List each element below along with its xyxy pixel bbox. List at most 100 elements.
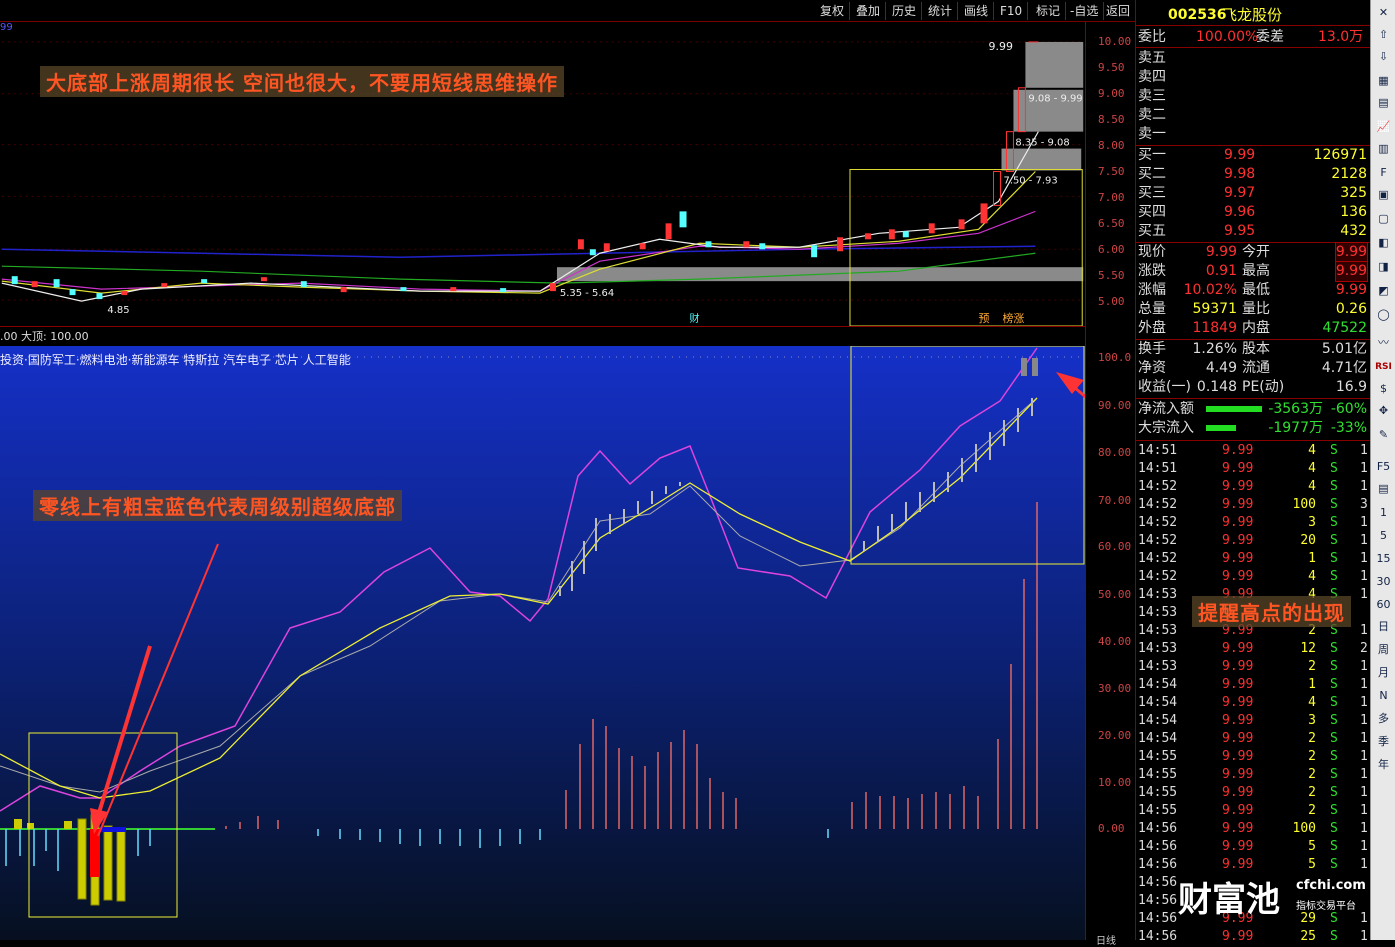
f10-button[interactable]: F10 bbox=[995, 2, 1029, 20]
stat-label: 收益(一) bbox=[1138, 379, 1191, 395]
stat-label: 外盘 bbox=[1138, 320, 1166, 336]
wave-icon[interactable]: 〰 bbox=[1374, 334, 1393, 352]
watermark-brand: 财富池 bbox=[1178, 880, 1280, 920]
f2-icon[interactable]: ◩ bbox=[1374, 282, 1393, 300]
watermark-url: cfchi.com bbox=[1296, 878, 1366, 893]
stat-value: 59371 bbox=[1192, 301, 1237, 317]
tick-time: 14:52 bbox=[1138, 515, 1178, 530]
stat-label: 量比 bbox=[1242, 301, 1270, 317]
add-watchlist-button[interactable]: -自选 bbox=[1065, 2, 1105, 20]
period-30[interactable]: 30 bbox=[1374, 573, 1393, 591]
indicator-tick: 40.00 bbox=[1098, 635, 1132, 648]
period-5[interactable]: 5 bbox=[1374, 527, 1393, 545]
tick-count: 1 bbox=[1360, 803, 1368, 818]
stat-label: 现价 bbox=[1138, 244, 1166, 260]
period-1[interactable]: 1 bbox=[1374, 504, 1393, 522]
draw-button[interactable]: 画线 bbox=[959, 2, 995, 20]
indicator-tick: 20.00 bbox=[1098, 729, 1132, 742]
tick-volume: 5 bbox=[1308, 857, 1316, 872]
tick-row: 14:53 9.99 2 S 1 bbox=[1138, 658, 1368, 676]
table-icon[interactable]: ▤ bbox=[1374, 94, 1393, 112]
tick-side: S bbox=[1330, 911, 1338, 926]
period-60[interactable]: 60 bbox=[1374, 596, 1393, 614]
period-day[interactable]: 日 bbox=[1374, 618, 1393, 636]
circle-icon[interactable]: ◯ bbox=[1374, 306, 1393, 324]
tick-side: S bbox=[1330, 515, 1338, 530]
tick-count: 1 bbox=[1360, 911, 1368, 926]
price-tick: 9.50 bbox=[1098, 61, 1125, 74]
candle-icon[interactable]: ▥ bbox=[1374, 140, 1393, 158]
indicator-tick: 90.00 bbox=[1098, 399, 1132, 412]
arrow-up-icon[interactable]: ⇧ bbox=[1374, 26, 1393, 44]
tick-time: 14:53 bbox=[1138, 587, 1178, 602]
bid-label: 买二 bbox=[1138, 166, 1166, 182]
bid-volume: 432 bbox=[1340, 223, 1367, 239]
flow-bar bbox=[1206, 406, 1262, 412]
mark-button[interactable]: 标记 bbox=[1031, 2, 1067, 20]
tick-volume: 2 bbox=[1308, 785, 1316, 800]
grid-icon[interactable]: ▦ bbox=[1374, 72, 1393, 90]
flow-value: -1977万 bbox=[1268, 420, 1323, 436]
rsi-icon[interactable]: RSI bbox=[1374, 358, 1393, 376]
fuquan-button[interactable]: 复权 bbox=[815, 2, 851, 20]
period-month[interactable]: 月 bbox=[1374, 664, 1393, 682]
f10-icon[interactable]: F bbox=[1374, 164, 1393, 182]
stat-label: 最高 bbox=[1242, 263, 1270, 279]
tick-row: 14:54 9.99 3 S 1 bbox=[1138, 712, 1368, 730]
ask3-label: 卖三 bbox=[1138, 88, 1166, 104]
back-button[interactable]: 返回 bbox=[1101, 2, 1135, 20]
period-quarter[interactable]: 季 bbox=[1374, 733, 1393, 751]
period-week[interactable]: 周 bbox=[1374, 641, 1393, 659]
period-year[interactable]: 年 bbox=[1374, 756, 1393, 774]
tick-time: 14:55 bbox=[1138, 785, 1178, 800]
price-axis bbox=[1085, 22, 1135, 940]
layout-icon[interactable]: ▤ bbox=[1374, 480, 1393, 498]
tick-time: 14:52 bbox=[1138, 551, 1178, 566]
bid-label: 买四 bbox=[1138, 204, 1166, 220]
stat-label: PE(动) bbox=[1242, 379, 1285, 395]
f7-icon[interactable]: ◨ bbox=[1374, 258, 1393, 276]
bid-volume: 126971 bbox=[1313, 147, 1367, 163]
tick-volume: 3 bbox=[1308, 713, 1316, 728]
pencil-icon[interactable]: ✎ bbox=[1374, 426, 1393, 444]
dollar-icon[interactable]: $ bbox=[1374, 380, 1393, 398]
arrow-down-icon[interactable]: ⇩ bbox=[1374, 48, 1393, 66]
indicator-chart[interactable] bbox=[0, 346, 1085, 940]
f5-icon[interactable]: F5 bbox=[1374, 458, 1393, 476]
tick-count: 1 bbox=[1360, 461, 1368, 476]
tick-price: 9.99 bbox=[1222, 443, 1254, 458]
tick-count: 1 bbox=[1360, 929, 1368, 944]
tick-row: 14:56 9.99 5 S 1 bbox=[1138, 838, 1368, 856]
stat-label: 总量 bbox=[1138, 301, 1166, 317]
info-icon[interactable]: ▢ bbox=[1374, 210, 1393, 228]
report-icon[interactable]: ▣ bbox=[1374, 186, 1393, 204]
history-button[interactable]: 历史 bbox=[887, 2, 923, 20]
tick-count: 1 bbox=[1360, 479, 1368, 494]
period-n[interactable]: N bbox=[1374, 687, 1393, 705]
price-tick: 5.50 bbox=[1098, 269, 1125, 282]
tick-side: S bbox=[1330, 497, 1338, 512]
annotation-zero-line: 零线上有粗宝蓝色代表周级别超级底部 bbox=[33, 490, 402, 521]
tick-time: 14:56 bbox=[1138, 929, 1178, 944]
tick-row: 14:51 9.99 4 S 1 bbox=[1138, 442, 1368, 460]
period-15[interactable]: 15 bbox=[1374, 550, 1393, 568]
close-icon[interactable]: ✕ bbox=[1374, 4, 1393, 22]
stat-value: 9.99 bbox=[1205, 244, 1237, 260]
stat-label: 涨跌 bbox=[1138, 263, 1166, 279]
stat-value: 9.99 bbox=[1334, 261, 1369, 282]
stat-value: 9.99 bbox=[1335, 282, 1367, 298]
overlay-button[interactable]: 叠加 bbox=[851, 2, 887, 20]
flow-bar bbox=[1206, 425, 1236, 431]
tick-time: 14:51 bbox=[1138, 461, 1178, 476]
stats-button[interactable]: 统计 bbox=[923, 2, 959, 20]
stat-label: 净资 bbox=[1138, 360, 1166, 376]
stat-value: 10.02% bbox=[1183, 282, 1237, 298]
tick-price: 9.99 bbox=[1222, 767, 1254, 782]
tick-time: 14:56 bbox=[1138, 857, 1178, 872]
period-multi[interactable]: 多 bbox=[1374, 710, 1393, 728]
move-icon[interactable]: ✥ bbox=[1374, 402, 1393, 420]
bid-price: 9.97 bbox=[1224, 185, 1256, 201]
analysis-icon[interactable]: ◧ bbox=[1374, 234, 1393, 252]
flow-value: -3563万 bbox=[1268, 401, 1323, 417]
line-chart-icon[interactable]: 📈 bbox=[1374, 118, 1393, 136]
